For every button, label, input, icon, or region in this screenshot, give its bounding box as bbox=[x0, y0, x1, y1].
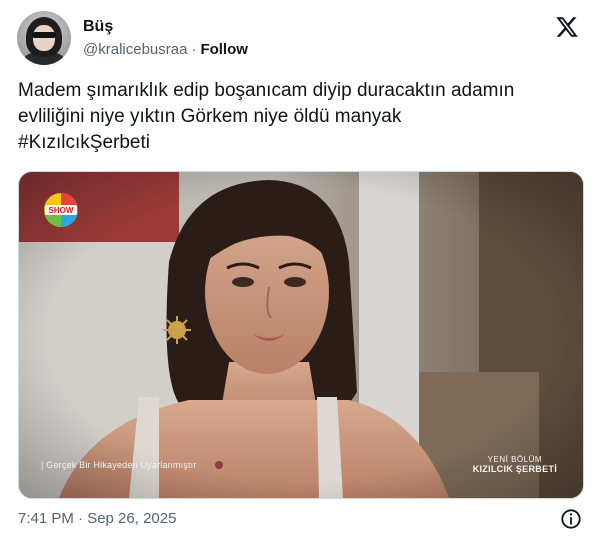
info-icon[interactable] bbox=[560, 508, 582, 530]
handle[interactable]: @kralicebusraa bbox=[83, 41, 187, 58]
follow-button[interactable]: Follow bbox=[200, 41, 248, 58]
tweet-text: Madem şımarıklık edip boşanıcam diyip du… bbox=[18, 78, 584, 156]
tweet-header: Büş @kralicebusraa · Follow bbox=[17, 11, 583, 67]
video-still bbox=[19, 172, 583, 498]
timestamp[interactable]: 7:41 PM · Sep 26, 2025 bbox=[18, 510, 176, 527]
separator: · bbox=[191, 41, 197, 58]
avatar[interactable] bbox=[17, 11, 71, 65]
tweet-footer: 7:41 PM · Sep 26, 2025 bbox=[18, 508, 584, 530]
display-name[interactable]: Büş bbox=[83, 18, 113, 36]
channel-logo-icon: SHOW bbox=[44, 193, 78, 227]
show-title-label: KIZILCIK ŞERBETİ bbox=[472, 464, 557, 474]
channel-logo-text: SHOW bbox=[49, 206, 74, 215]
handle-line: @kralicebusraa · Follow bbox=[83, 41, 248, 58]
x-logo-icon[interactable] bbox=[555, 15, 579, 39]
media-caption-right: YENİ BÖLÜM KIZILCIK ŞERBETİ bbox=[473, 455, 557, 474]
tweet-line: evliliğini niye yıktın Görkem niye öldü … bbox=[18, 106, 402, 127]
media-caption-left: | Gerçek Bir Hikayeden Uyarlanmıştır bbox=[41, 460, 197, 470]
new-episode-label: YENİ BÖLÜM bbox=[487, 455, 543, 464]
tweet-media-image[interactable]: SHOW | Gerçek Bir Hikayeden Uyarlanmıştı… bbox=[18, 171, 584, 499]
hashtag-link[interactable]: #KızılcıkŞerbeti bbox=[18, 130, 584, 156]
tweet-line: Madem şımarıklık edip boşanıcam diyip du… bbox=[18, 80, 515, 101]
